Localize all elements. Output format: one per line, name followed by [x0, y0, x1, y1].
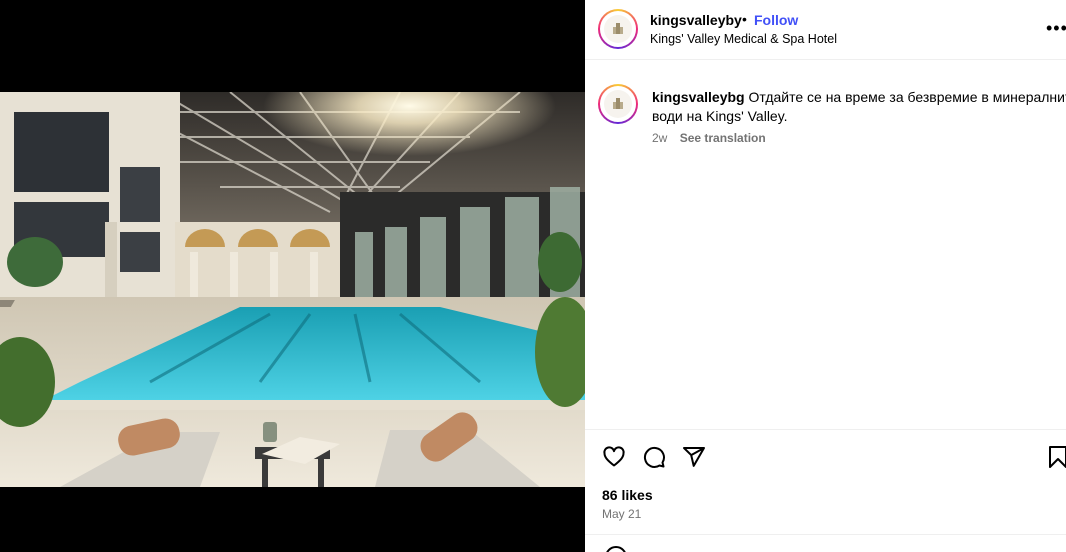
header-username[interactable]: kingsvalleyby	[650, 12, 742, 28]
post-side-panel: kingsvalleyby • Follow Kings' Valley Med…	[585, 0, 1066, 552]
hotel-logo-icon	[604, 15, 632, 43]
location-link[interactable]: Kings' Valley Medical & Spa Hotel	[650, 32, 837, 46]
heart-icon[interactable]	[602, 445, 626, 474]
comment-icon[interactable]	[642, 445, 666, 474]
post-caption: kingsvalleybg Отдайте се на време за без…	[652, 88, 1066, 126]
likes-count[interactable]: 86 likes	[602, 487, 653, 503]
caption-avatar[interactable]	[598, 84, 638, 124]
more-icon[interactable]: •••	[1046, 18, 1066, 39]
media-pane	[0, 0, 585, 552]
caption-text-line1: Отдайте се на време за безвремие в минер…	[748, 89, 1066, 105]
follow-button[interactable]: Follow	[754, 12, 798, 28]
emoji-icon[interactable]	[605, 546, 627, 552]
action-bar: 86 likes May 21	[585, 429, 1066, 535]
share-icon[interactable]	[682, 445, 706, 474]
bookmark-icon[interactable]	[1046, 445, 1066, 474]
post-photo[interactable]	[0, 92, 585, 487]
hotel-logo-icon	[604, 90, 632, 118]
post-date: May 21	[602, 507, 642, 521]
caption-meta: 2w See translation	[652, 131, 766, 145]
see-translation-link[interactable]: See translation	[680, 131, 766, 145]
post-header: kingsvalleyby • Follow Kings' Valley Med…	[585, 0, 1066, 60]
post-age: 2w	[652, 131, 668, 145]
caption-username[interactable]: kingsvalleybg	[652, 89, 745, 105]
pool-illustration	[0, 92, 585, 487]
separator-dot: •	[742, 11, 747, 27]
caption-text-line2: води на Kings' Valley.	[652, 108, 788, 124]
avatar[interactable]	[598, 9, 638, 49]
